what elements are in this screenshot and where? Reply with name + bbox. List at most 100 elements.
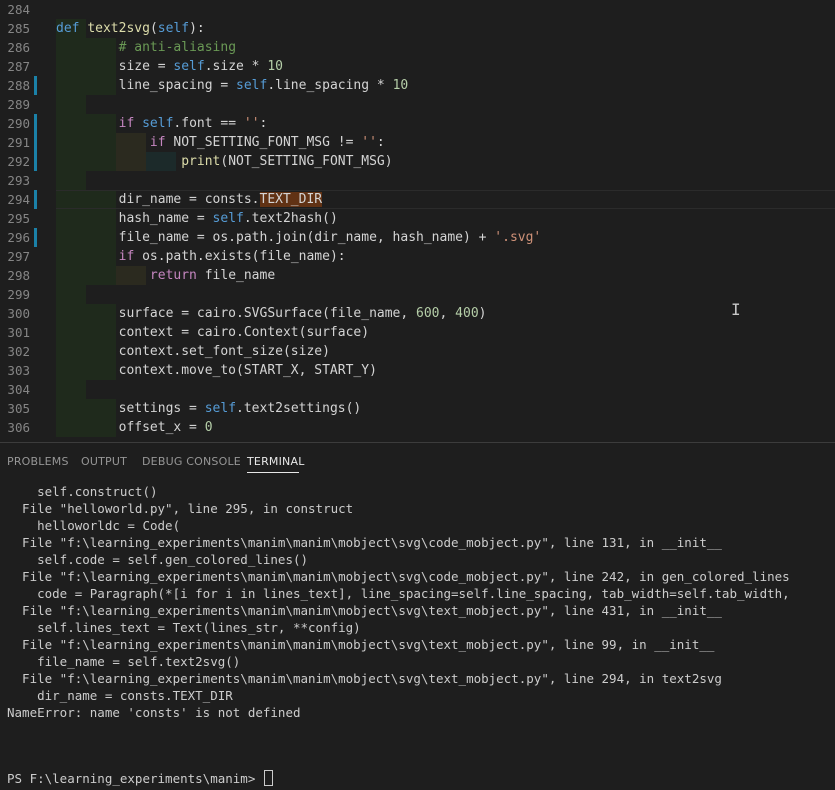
line-number: 305 (7, 401, 30, 416)
terminal-line: self.construct() (7, 484, 158, 499)
line-number: 299 (7, 287, 30, 302)
code-line[interactable]: 294 dir_name = consts.TEXT_DIR (0, 190, 835, 209)
line-number: 291 (7, 135, 30, 150)
line-number: 302 (7, 344, 30, 359)
code-text: context = cairo.Context(surface) (56, 325, 370, 340)
code-line[interactable]: 286 # anti-aliasing (0, 38, 835, 57)
code-text: context.move_to(START_X, START_Y) (56, 363, 377, 378)
line-number: 294 (7, 192, 30, 207)
code-line[interactable]: 298 return file_name (0, 266, 835, 285)
indent-guide (56, 95, 86, 114)
tab-debug-console[interactable]: DEBUG CONSOLE (142, 455, 241, 468)
code-line[interactable]: 289 (0, 95, 835, 114)
terminal-line: File "f:\learning_experiments\manim\mani… (7, 603, 722, 618)
terminal-line: File "f:\learning_experiments\manim\mani… (7, 671, 722, 686)
tab-problems[interactable]: PROBLEMS (7, 455, 69, 468)
terminal-line: dir_name = consts.TEXT_DIR (7, 688, 233, 703)
git-modified-marker (34, 114, 37, 133)
terminal-line: File "helloworld.py", line 295, in const… (7, 501, 354, 516)
indent-guide (56, 171, 86, 190)
git-modified-marker (34, 228, 37, 247)
terminal-line: File "f:\learning_experiments\manim\mani… (7, 569, 790, 584)
code-line[interactable]: 303 context.move_to(START_X, START_Y) (0, 361, 835, 380)
line-number: 289 (7, 97, 30, 112)
git-modified-marker (34, 76, 37, 95)
terminal-prompt[interactable]: PS F:\learning_experiments\manim> (7, 770, 273, 787)
code-text: if NOT_SETTING_FONT_MSG != '': (149, 135, 385, 150)
code-text: size = self.size * 10 (56, 59, 283, 74)
code-line[interactable]: 304 (0, 380, 835, 399)
line-number: 304 (7, 382, 30, 397)
code-line[interactable]: 299 (0, 285, 835, 304)
line-number: 295 (7, 211, 30, 226)
code-text: settings = self.text2settings() (56, 401, 362, 416)
terminal-line: File "f:\learning_experiments\manim\mani… (7, 637, 715, 652)
indent-guide (56, 285, 86, 304)
code-text: file_name = os.path.join(dir_name, hash_… (56, 230, 542, 245)
code-text: surface = cairo.SVGSurface(file_name, 60… (56, 306, 487, 321)
code-line[interactable]: 301 context = cairo.Context(surface) (0, 323, 835, 342)
code-text: def text2svg(self): (56, 21, 205, 36)
code-line[interactable]: 295 hash_name = self.text2hash() (0, 209, 835, 228)
code-line[interactable]: 306 offset_x = 0 (0, 418, 835, 437)
line-number: 296 (7, 230, 30, 245)
line-number: 297 (7, 249, 30, 264)
code-line[interactable]: 290 if self.font == '': (0, 114, 835, 133)
panel-tabs: PROBLEMS OUTPUT DEBUG CONSOLE TERMINAL (0, 443, 835, 479)
line-number: 290 (7, 116, 30, 131)
active-tab-indicator (247, 472, 299, 473)
code-line[interactable]: 287 size = self.size * 10 (0, 57, 835, 76)
line-number: 286 (7, 40, 30, 55)
code-text: context.set_font_size(size) (56, 344, 330, 359)
indent-guide (56, 380, 86, 399)
code-text: return file_name (149, 268, 276, 283)
line-number: 298 (7, 268, 30, 283)
code-line[interactable]: 292 print(NOT_SETTING_FONT_MSG) (0, 152, 835, 171)
code-text: offset_x = 0 (56, 420, 213, 435)
code-line[interactable]: 291 if NOT_SETTING_FONT_MSG != '': (0, 133, 835, 152)
prompt-text: PS F:\learning_experiments\manim> (7, 771, 263, 786)
code-line[interactable]: 284 (0, 0, 835, 19)
bottom-panel: PROBLEMS OUTPUT DEBUG CONSOLE TERMINAL s… (0, 442, 835, 790)
git-modified-marker (34, 152, 37, 171)
terminal-line: self.code = self.gen_colored_lines() (7, 552, 309, 567)
terminal-line: helloworldc = Code( (7, 518, 181, 533)
code-line[interactable]: 285 def text2svg(self): (0, 19, 835, 38)
code-line[interactable]: 288 line_spacing = self.line_spacing * 1… (0, 76, 835, 95)
code-text: line_spacing = self.line_spacing * 10 (56, 78, 409, 93)
code-text: # anti-aliasing (118, 40, 237, 55)
code-line[interactable]: 296 file_name = os.path.join(dir_name, h… (0, 228, 835, 247)
line-number: 293 (7, 173, 30, 188)
line-number: 285 (7, 21, 30, 36)
git-modified-marker (34, 133, 37, 152)
line-number: 284 (7, 2, 30, 17)
terminal-line: File "f:\learning_experiments\manim\mani… (7, 535, 722, 550)
terminal-line: code = Paragraph(*[i for i in lines_text… (7, 586, 790, 601)
code-editor[interactable]: 284 285 def text2svg(self): 286 # anti-alia… (0, 0, 835, 442)
code-line[interactable]: 300 surface = cairo.SVGSurface(file_name… (0, 304, 835, 323)
line-number: 300 (7, 306, 30, 321)
code-text: if self.font == '': (118, 116, 268, 131)
terminal-line: file_name = self.text2svg() (7, 654, 241, 669)
line-number: 288 (7, 78, 30, 93)
terminal-line: self.lines_text = Text(lines_str, **conf… (7, 620, 361, 635)
code-line[interactable]: 305 settings = self.text2settings() (0, 399, 835, 418)
terminal-line: NameError: name 'consts' is not defined (7, 705, 301, 720)
line-number: 303 (7, 363, 30, 378)
tab-output[interactable]: OUTPUT (81, 455, 127, 468)
text-cursor-icon: I (731, 300, 741, 319)
line-number: 292 (7, 154, 30, 169)
line-number: 306 (7, 420, 30, 435)
line-number: 287 (7, 59, 30, 74)
code-line[interactable]: 293 (0, 171, 835, 190)
code-text: dir_name = consts.TEXT_DIR (56, 192, 323, 207)
code-line[interactable]: 302 context.set_font_size(size) (0, 342, 835, 361)
code-line[interactable]: 297 if os.path.exists(file_name): (0, 247, 835, 266)
code-text: hash_name = self.text2hash() (56, 211, 338, 226)
line-number: 301 (7, 325, 30, 340)
code-text: if os.path.exists(file_name): (118, 249, 346, 264)
git-modified-marker (34, 190, 37, 209)
tab-terminal[interactable]: TERMINAL (247, 455, 305, 468)
code-text: print(NOT_SETTING_FONT_MSG) (181, 154, 393, 169)
terminal-cursor (263, 770, 273, 786)
